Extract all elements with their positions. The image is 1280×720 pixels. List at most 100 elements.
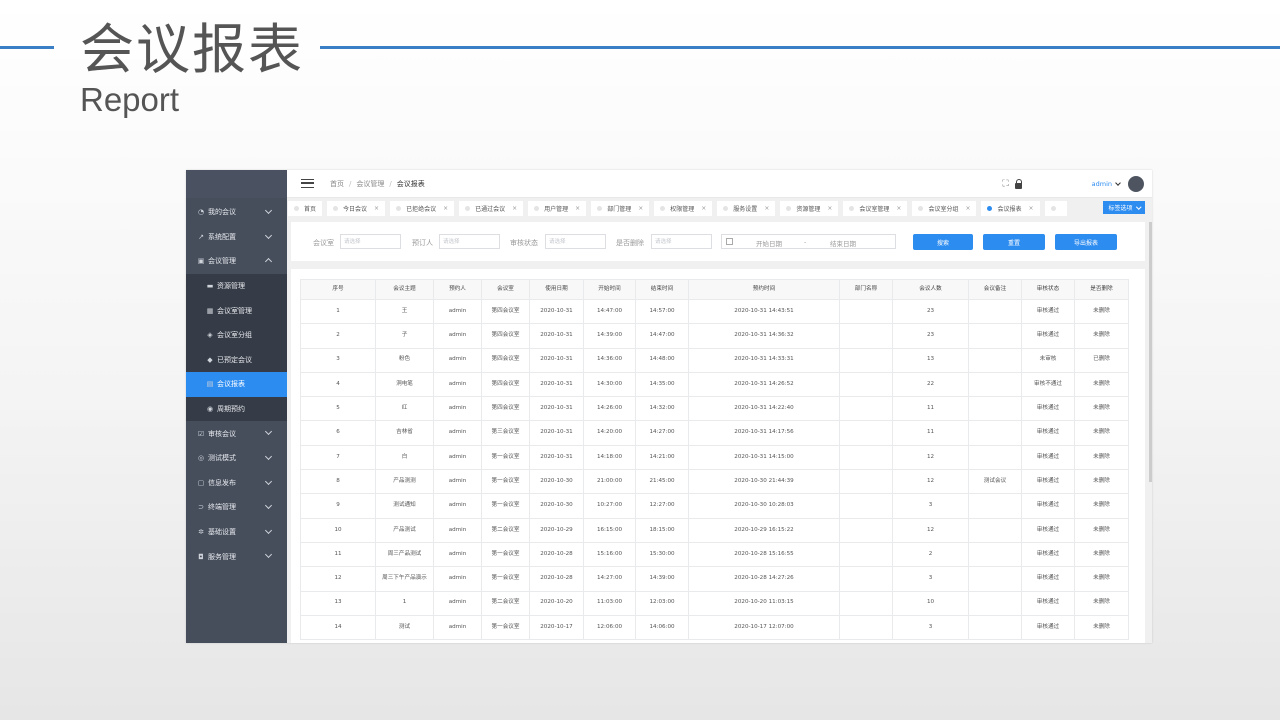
tab-item[interactable]: 部门管理 × xyxy=(591,200,650,216)
sidebar-item[interactable]: ▬ 资源管理 xyxy=(186,274,287,299)
close-icon[interactable]: × xyxy=(965,205,970,212)
tab-item[interactable]: 资源管理 × xyxy=(780,200,839,216)
deleted-select[interactable] xyxy=(651,234,712,249)
sidebar-item[interactable]: ▤ 会议报表 xyxy=(186,372,287,397)
table-cell xyxy=(839,517,893,543)
close-icon[interactable]: × xyxy=(575,205,580,212)
sidebar-item[interactable]: ◆ 已预定会议 xyxy=(186,348,287,373)
table-row[interactable]: 10 产品测试 admin 第二会议室 2020-10-29 16:15:00 18:15:… xyxy=(300,517,1129,543)
sidebar-item[interactable]: ▦ 会议室管理 xyxy=(186,298,287,323)
sidebar-item[interactable]: ✲ 基础设置 xyxy=(186,520,287,545)
column-header[interactable]: 部门名称 xyxy=(839,279,893,300)
table-cell: admin xyxy=(433,614,482,641)
close-icon[interactable]: × xyxy=(1029,205,1034,212)
table-cell: 第一会议室 xyxy=(481,541,530,568)
sidebar-item[interactable]: ◘ 服务管理 xyxy=(186,544,287,569)
status-dot-icon xyxy=(849,205,855,211)
sidebar-item[interactable]: ◔ 我的会议 xyxy=(186,200,287,225)
user-name[interactable]: admin xyxy=(1092,180,1112,188)
tab-item[interactable]: 会议室管理 × xyxy=(843,200,908,216)
close-icon[interactable]: × xyxy=(764,205,769,212)
tab-options-button[interactable]: 标签选项 xyxy=(1103,201,1145,214)
tab-item[interactable]: 已通过会议 × xyxy=(459,200,524,216)
column-header[interactable]: 序号 xyxy=(300,279,376,300)
column-header[interactable]: 使用日期 xyxy=(529,279,584,300)
avatar[interactable] xyxy=(1128,176,1144,192)
table-cell: 2020-10-31 xyxy=(529,396,584,422)
chevron-down-icon[interactable] xyxy=(1115,180,1121,186)
tab-item[interactable]: 服务设置 × xyxy=(717,200,776,216)
date-separator: - xyxy=(804,238,807,246)
table-cell: 2020-10-31 14:33:31 xyxy=(688,347,840,373)
lock-icon[interactable] xyxy=(1014,178,1023,189)
table-cell: 14:27:00 xyxy=(635,420,689,446)
tab-item[interactable] xyxy=(1044,200,1067,216)
tab-item[interactable]: 已拒绝会议 × xyxy=(390,200,455,216)
column-header[interactable]: 开始时间 xyxy=(583,279,636,300)
date-range-picker[interactable]: 开始日期 - 结束日期 xyxy=(721,234,896,249)
sidebar-item[interactable]: ☑ 审核会议 xyxy=(186,421,287,446)
tab-item[interactable]: 会议报表 × xyxy=(981,200,1040,216)
table-row[interactable]: 7 白 admin 第一会议室 2020-10-31 14:18:00 14:21:00 20… xyxy=(300,444,1129,471)
table-cell: 23 xyxy=(892,323,969,349)
sidebar-item[interactable]: ▢ 信息发布 xyxy=(186,471,287,496)
tab-item[interactable]: 权限管理 × xyxy=(654,200,713,216)
close-icon[interactable]: × xyxy=(827,205,832,212)
sidebar-item[interactable]: ◉ 周期预约 xyxy=(186,397,287,422)
close-icon[interactable]: × xyxy=(701,205,706,212)
table-cell: 2020-10-28 xyxy=(529,541,584,568)
close-icon[interactable]: × xyxy=(374,205,379,212)
report-icon: ▤ xyxy=(206,380,214,389)
table-cell: 审核通过 xyxy=(1021,396,1075,422)
table-row[interactable]: 9 测试通知 admin 第一会议室 2020-10-30 10:27:00 12:27:0… xyxy=(300,493,1129,519)
sidebar-item[interactable]: ⊃ 终端管理 xyxy=(186,495,287,520)
status-dot-icon xyxy=(660,205,666,211)
tab-item[interactable]: 会议室分组 × xyxy=(912,200,977,216)
table-row[interactable]: 13 1 admin 第二会议室 2020-10-20 11:03:00 12:03:00 2… xyxy=(300,590,1129,616)
sidebar-item[interactable]: ◎ 测试模式 xyxy=(186,446,287,471)
status-select[interactable] xyxy=(545,234,606,249)
column-header[interactable]: 会议备注 xyxy=(968,279,1022,300)
scrollbar[interactable] xyxy=(1149,222,1152,482)
header-actions: ⛶ admin xyxy=(1002,170,1152,198)
table-row[interactable]: 2 子 admin 第四会议室 2020-10-31 14:39:00 14:47:00 20… xyxy=(300,323,1129,349)
sidebar-item[interactable]: ↗ 系统配置 xyxy=(186,225,287,250)
sidebar-item[interactable]: ◈ 会议室分组 xyxy=(186,323,287,348)
close-icon[interactable]: × xyxy=(638,205,643,212)
close-icon[interactable]: × xyxy=(512,205,517,212)
close-icon[interactable]: × xyxy=(443,205,448,212)
table-row[interactable]: 6 吉林省 admin 第三会议室 2020-10-31 14:20:00 14:27:00… xyxy=(300,420,1129,446)
table-row[interactable]: 3 粉色 admin 第四会议室 2020-10-31 14:36:00 14:48:00 2… xyxy=(300,347,1129,373)
hamburger-menu-icon[interactable] xyxy=(301,179,314,188)
fullscreen-icon[interactable]: ⛶ xyxy=(1002,179,1008,189)
table-cell: 7 xyxy=(300,444,376,471)
table-row[interactable]: 11 周三产品测试 admin 第一会议室 2020-10-28 15:16:00 15:3… xyxy=(300,541,1129,568)
export-button[interactable]: 导出报表 xyxy=(1055,234,1117,250)
table-row[interactable]: 5 红 admin 第四会议室 2020-10-31 14:26:00 14:32:00 20… xyxy=(300,396,1129,422)
breadcrumb-home[interactable]: 首页 xyxy=(330,179,344,189)
column-header[interactable]: 会议人数 xyxy=(892,279,969,300)
column-header[interactable]: 会议室 xyxy=(481,279,530,300)
column-header[interactable]: 结束时间 xyxy=(635,279,689,300)
tab-item[interactable]: 首页 xyxy=(288,200,323,216)
table-row[interactable]: 4 洞电笔 admin 第四会议室 2020-10-31 14:30:00 14:35:00… xyxy=(300,371,1129,398)
table-row[interactable]: 8 产品测测 admin 第一会议室 2020-10-30 21:00:00 21:45:0… xyxy=(300,469,1129,495)
column-header[interactable]: 是否删除 xyxy=(1074,279,1129,300)
table-cell: 第一会议室 xyxy=(481,566,530,592)
room-select[interactable] xyxy=(340,234,401,249)
table-row[interactable]: 1 王 admin 第四会议室 2020-10-31 14:47:00 14:57:00 20… xyxy=(300,298,1129,325)
column-header[interactable]: 会议主题 xyxy=(375,279,434,300)
column-header[interactable]: 预约时间 xyxy=(688,279,840,300)
tab-item[interactable]: 用户管理 × xyxy=(528,200,587,216)
tab-item[interactable]: 今日会议 × xyxy=(327,200,386,216)
column-header[interactable]: 审核状态 xyxy=(1021,279,1075,300)
booker-select[interactable] xyxy=(439,234,500,249)
reset-button[interactable]: 重置 xyxy=(983,234,1045,250)
breadcrumb-meeting-mgmt[interactable]: 会议管理 xyxy=(356,179,384,189)
table-row[interactable]: 14 测试 admin 第一会议室 2020-10-17 12:06:00 14:06:00… xyxy=(300,614,1129,641)
column-header[interactable]: 预约人 xyxy=(433,279,482,300)
close-icon[interactable]: × xyxy=(896,205,901,212)
sidebar-item[interactable]: ▣ 会议管理 xyxy=(186,249,287,274)
table-row[interactable]: 12 周三下午产品演示 admin 第一会议室 2020-10-28 14:27:00 14… xyxy=(300,566,1129,592)
search-button[interactable]: 搜索 xyxy=(913,234,973,250)
